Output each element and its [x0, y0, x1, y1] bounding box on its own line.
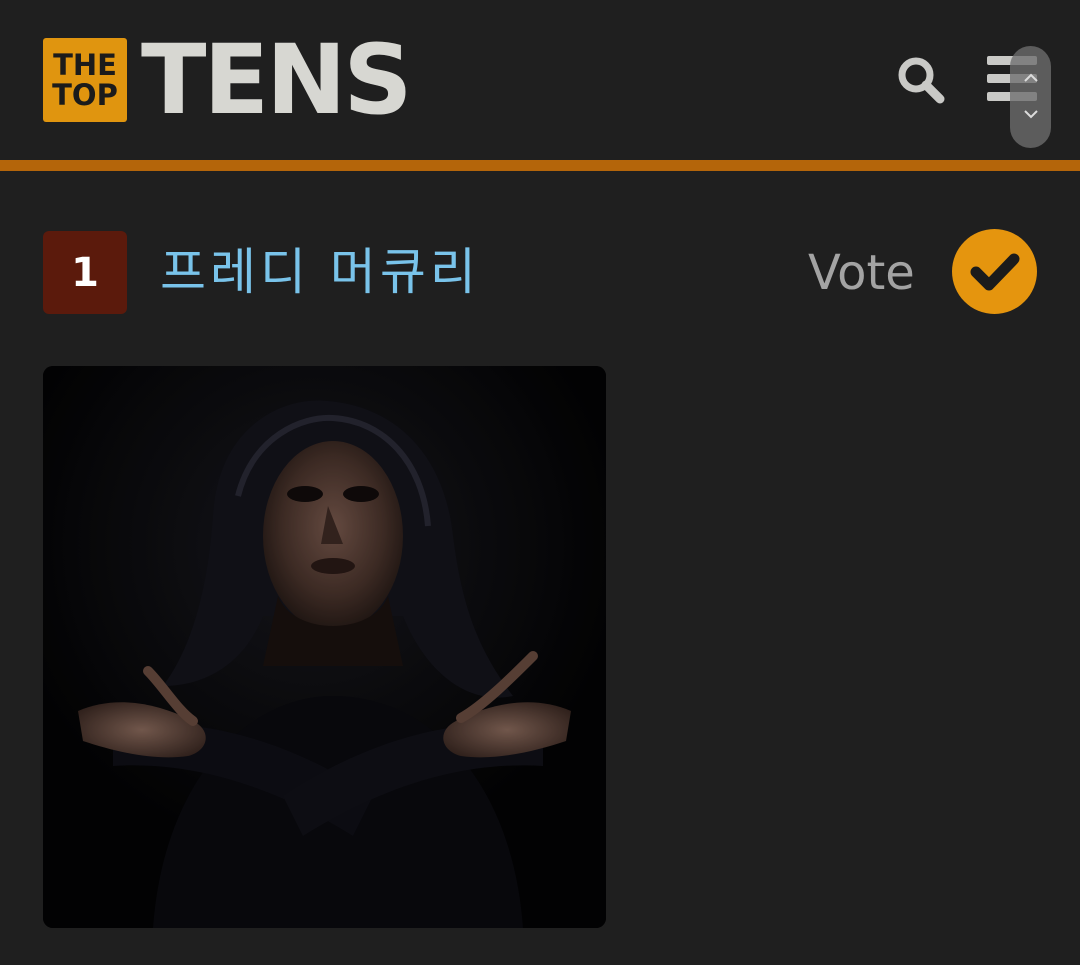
rank-badge: 1 — [43, 231, 127, 314]
item-photo[interactable] — [43, 366, 606, 928]
page: THE TOP TENS 1 프레디 머큐리 Vote — [0, 0, 1080, 965]
checkmark-icon — [970, 253, 1020, 291]
search-icon — [898, 57, 945, 104]
header-divider — [0, 160, 1080, 171]
logo-badge-line2: TOP — [52, 78, 118, 112]
site-logo[interactable]: THE TOP TENS — [43, 24, 413, 136]
logo-badge: THE TOP — [43, 38, 127, 122]
chevron-up-icon[interactable] — [1010, 68, 1051, 88]
rank-number: 1 — [71, 249, 99, 296]
vote-label[interactable]: Vote — [808, 243, 915, 303]
logo-badge-line1: THE — [53, 48, 117, 82]
item-title-link[interactable]: 프레디 머큐리 — [160, 240, 480, 304]
logo-wordmark: TENS — [141, 24, 413, 136]
vote-button[interactable] — [952, 229, 1037, 314]
site-header: THE TOP TENS — [0, 0, 1080, 160]
portrait-photo — [43, 366, 606, 928]
chevron-down-icon[interactable] — [1010, 104, 1051, 124]
search-button[interactable] — [896, 55, 946, 105]
scroll-navigation[interactable] — [1010, 46, 1051, 148]
